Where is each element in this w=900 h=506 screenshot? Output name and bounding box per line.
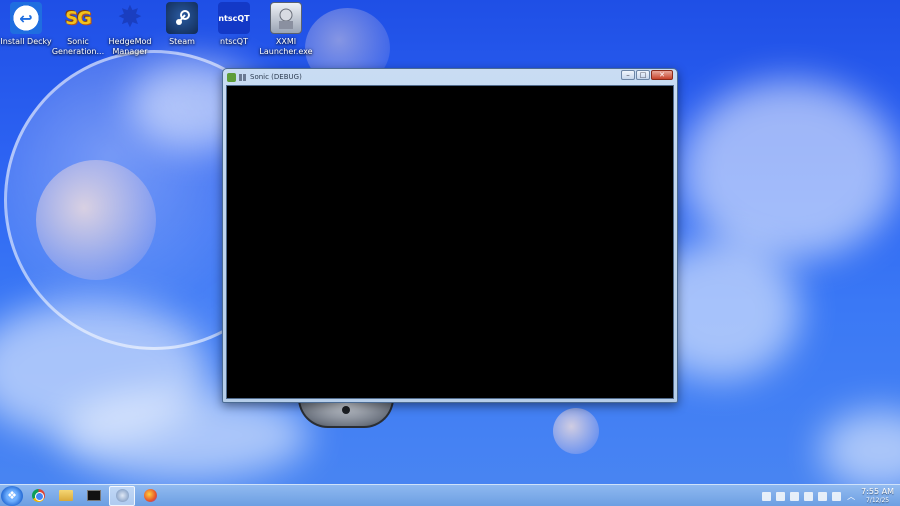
wallpaper-orb xyxy=(553,408,599,454)
wallpaper-cloud xyxy=(820,410,900,490)
folder-icon xyxy=(59,490,73,501)
taskbar-steam[interactable] xyxy=(109,485,135,506)
taskbar-terminal[interactable] xyxy=(81,486,107,506)
steam-icon xyxy=(115,489,129,502)
window-menu-icon[interactable] xyxy=(239,73,246,81)
decky-icon: ↩ xyxy=(10,2,42,34)
caption-buttons: – □ ✕ xyxy=(620,70,673,80)
taskbar-firefox[interactable] xyxy=(137,486,163,506)
desktop-icon-xxmi-launcher[interactable]: XXMI Launcher.exe xyxy=(259,2,313,57)
desktop-icon-grid: ↩ Install Decky SG Sonic Generation... ✸… xyxy=(0,2,313,57)
wallpaper-orb xyxy=(36,160,156,280)
firefox-icon xyxy=(143,489,157,502)
desktop-icon-hedgemod-manager[interactable]: ✸ HedgeMod Manager xyxy=(104,2,156,57)
wallpaper-cloud xyxy=(60,390,310,480)
sonic-debug-window[interactable]: Sonic (DEBUG) – □ ✕ xyxy=(222,68,678,403)
battery-icon[interactable] xyxy=(832,491,842,501)
steam-icon xyxy=(166,2,198,34)
minimize-button[interactable]: – xyxy=(621,70,635,80)
bluetooth-icon[interactable] xyxy=(804,491,814,501)
tray-expand-icon[interactable]: ︿ xyxy=(847,491,855,502)
window-title: Sonic (DEBUG) xyxy=(250,73,302,81)
chrome-icon xyxy=(31,489,45,502)
desktop-icon-label: HedgeMod Manager xyxy=(108,37,152,56)
maximize-button[interactable]: □ xyxy=(636,70,650,80)
taskbar-clock[interactable]: 7:55 AM 7/12/25 xyxy=(861,487,894,505)
desktop-icon-label: Install Decky xyxy=(0,37,52,46)
window-titlebar[interactable]: Sonic (DEBUG) – □ ✕ xyxy=(223,69,677,85)
start-button[interactable]: ❖ xyxy=(1,485,23,506)
flag-icon[interactable] xyxy=(776,491,786,501)
network-icon[interactable] xyxy=(762,491,772,501)
wallpaper-cloud xyxy=(680,80,900,260)
taskbar-file-explorer[interactable] xyxy=(53,486,79,506)
taskbar: ❖ ︿ 7:55 AM 7/12/25 xyxy=(0,484,900,506)
terminal-icon xyxy=(87,490,101,501)
game-viewport[interactable] xyxy=(226,85,674,399)
hedgemod-icon: ✸ xyxy=(117,0,143,35)
desktop-icon-label: ntscQT xyxy=(220,37,248,46)
desktop-icon-label: Sonic Generation... xyxy=(51,37,105,56)
desktop-icon-label: Steam xyxy=(169,37,195,46)
volume-icon[interactable] xyxy=(818,491,828,501)
clock-time: 7:55 AM xyxy=(861,487,894,496)
system-tray: ︿ 7:55 AM 7/12/25 xyxy=(757,486,894,506)
taskbar-chrome[interactable] xyxy=(25,486,51,506)
desktop-icon-sonic-generations[interactable]: SG Sonic Generation... xyxy=(52,2,104,57)
ntscqt-icon: ntscQT xyxy=(218,2,250,34)
sonic-generations-icon: SG xyxy=(65,7,92,29)
desktop-icon-ntscqt[interactable]: ntscQT ntscQT xyxy=(208,2,260,57)
desktop-icon-label: XXMI Launcher.exe xyxy=(259,37,313,56)
clock-date: 7/12/25 xyxy=(865,497,890,504)
desktop-icon-steam[interactable]: Steam xyxy=(156,2,208,57)
xxmi-icon xyxy=(270,2,302,34)
desktop-icon-install-decky[interactable]: ↩ Install Decky xyxy=(0,2,52,57)
sonic-app-icon[interactable] xyxy=(227,72,236,82)
device-icon[interactable] xyxy=(790,491,800,501)
close-button[interactable]: ✕ xyxy=(651,70,673,80)
